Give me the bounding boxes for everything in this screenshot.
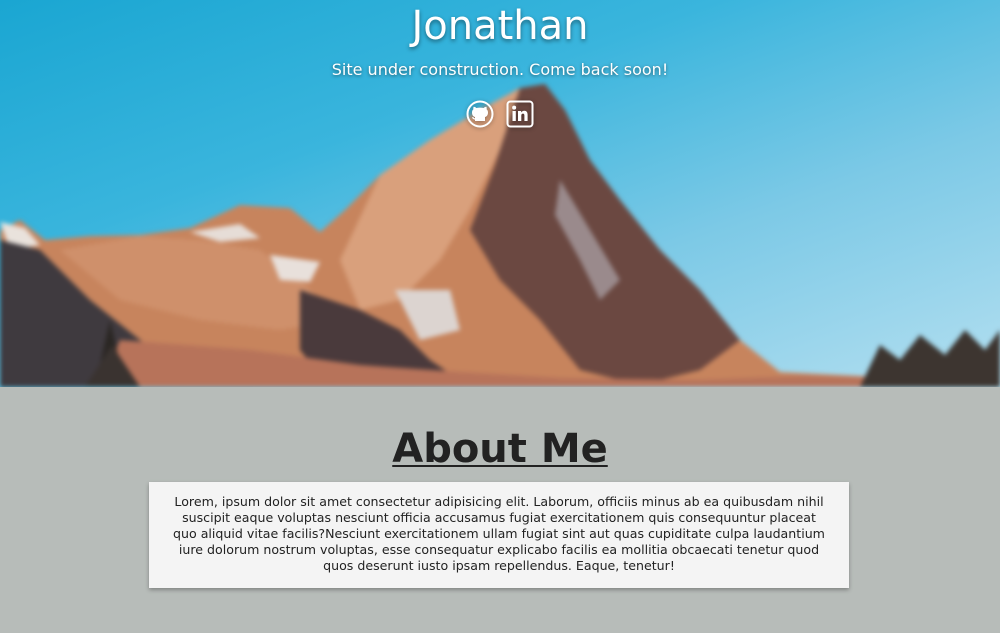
about-body-text: Lorem, ipsum dolor sit amet consectetur … [173,494,825,573]
construction-notice: Site under construction. Come back soon! [331,60,669,79]
linkedin-link[interactable] [506,100,534,128]
linkedin-icon [506,100,534,128]
about-section: About Me Lorem, ipsum dolor sit amet con… [0,387,1000,633]
github-icon [466,100,494,128]
hero-section: Jonathan Site under construction. Come b… [0,0,1000,387]
social-links [0,100,1000,128]
about-heading: About Me [0,423,1000,475]
github-link[interactable] [466,100,494,128]
about-card: Lorem, ipsum dolor sit amet consectetur … [149,482,849,588]
site-title: Jonathan [411,3,589,49]
mountain-background-image [0,84,1000,387]
about-heading-text: About Me [392,426,608,472]
